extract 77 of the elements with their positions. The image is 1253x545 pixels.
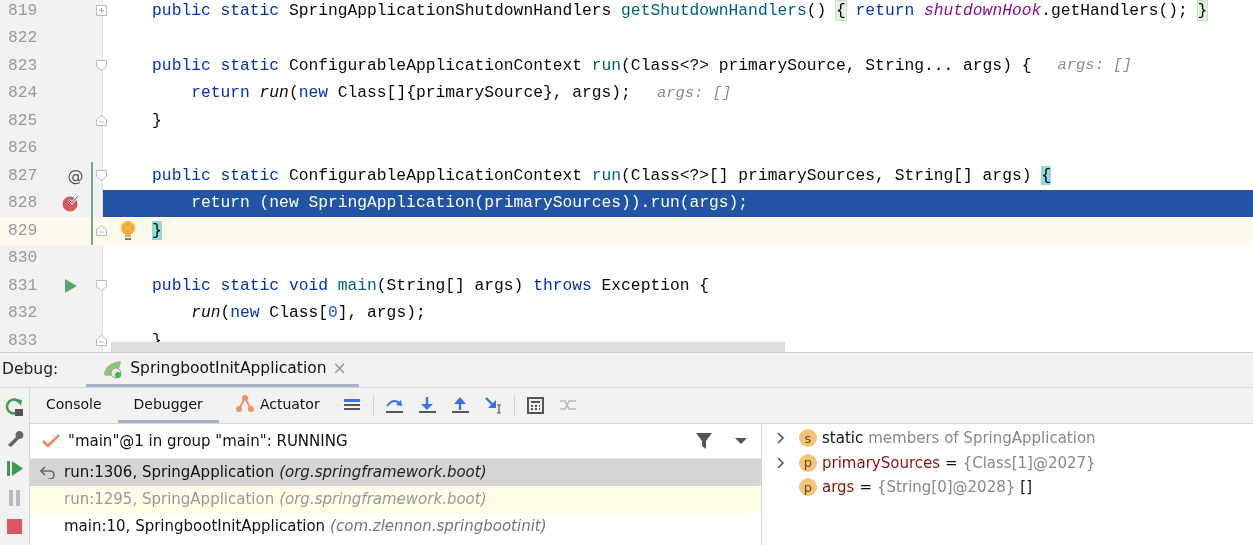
calculator-icon[interactable] <box>525 396 545 415</box>
frame-method: run:1295, SpringApplication <box>64 489 275 511</box>
frame-method: run:1306, SpringApplication <box>64 462 275 484</box>
code-line: } <box>152 109 162 132</box>
stop-icon[interactable] <box>6 518 23 535</box>
debug-tab[interactable]: Actuator <box>218 388 336 423</box>
dropdown-caret-icon[interactable] <box>735 437 747 445</box>
return-arrow-icon <box>40 465 56 479</box>
code-line: public static ConfigurableApplicationContext run(Class<?> primarySource, String... args) { <box>152 54 1032 77</box>
line-number: 829 <box>8 219 38 242</box>
horizontal-scrollbar[interactable] <box>111 342 785 352</box>
line-number: 825 <box>8 109 38 132</box>
variable-value: {String[0]@2028} <box>877 477 1016 498</box>
line-number: 833 <box>8 329 38 352</box>
frame-package: (org.springframework.boot) <box>279 489 487 511</box>
change-marker[interactable] <box>91 217 93 245</box>
line-number: 828 <box>8 192 38 215</box>
leaf-icon <box>102 358 125 379</box>
stack-frame-row[interactable]: run:1306, SpringApplication (org.springframework.boot) <box>30 459 761 486</box>
line-number: 823 <box>8 54 38 77</box>
step-into-icon[interactable] <box>417 396 437 415</box>
change-marker[interactable] <box>91 162 93 190</box>
fold-expand-icon[interactable] <box>96 5 107 16</box>
fold-icon[interactable] <box>96 280 107 291</box>
fold-icon[interactable] <box>96 335 107 346</box>
fold-icon[interactable] <box>96 60 107 71</box>
variable-badge: p <box>799 453 817 472</box>
code-line: public static ConfigurableApplicationContext run(Class<?>[] primarySources, String[] args) { <box>152 164 1051 187</box>
frame-method: main:10, SpringbootInitApplication <box>64 516 326 538</box>
line-number: 830 <box>8 247 38 270</box>
fold-icon[interactable] <box>96 115 107 126</box>
change-marker[interactable] <box>91 189 93 217</box>
run-to-cursor-icon[interactable] <box>483 396 503 415</box>
pause-icon[interactable] <box>6 489 23 507</box>
variable-value: {Class[1]@2027} <box>962 452 1096 474</box>
frame-package: (org.springframework.boot) <box>279 462 487 484</box>
line-number: 824 <box>8 82 38 105</box>
variable-badge: p <box>799 478 817 497</box>
code-line: return run(new Class[]{primarySource}, args); <box>191 82 631 105</box>
breakpoint-icon[interactable] <box>61 194 80 213</box>
checkmark-icon <box>42 434 60 448</box>
run-icon[interactable] <box>64 278 77 293</box>
session-title: SpringbootInitApplication <box>130 357 327 379</box>
line-number: 832 <box>8 302 38 325</box>
panel-label: Debug: <box>1 359 60 381</box>
frame-package: (com.zlennon.springbootinit) <box>330 516 547 538</box>
line-number: 827 <box>8 164 38 187</box>
lightbulb-icon[interactable] <box>120 221 136 241</box>
line-number: 831 <box>8 274 38 297</box>
equals-sign: = <box>945 452 958 474</box>
variable-suffix: [] <box>1020 477 1032 498</box>
inlay-hint: args: [] <box>1057 55 1132 77</box>
variable-name: args <box>822 477 855 498</box>
override-marker[interactable]: @ <box>67 163 84 188</box>
line-number: 826 <box>8 137 38 160</box>
variable-value: members of SpringApplication <box>868 428 1096 449</box>
code-line: run(new Class[0], args); <box>191 302 426 325</box>
fold-icon[interactable] <box>96 170 107 181</box>
debug-tab[interactable]: Console <box>30 388 118 423</box>
inlay-hint: args: [] <box>656 82 732 104</box>
filter-icon[interactable] <box>695 432 713 450</box>
line-number: 819 <box>8 0 38 22</box>
code-line: public static SpringApplicationShutdownHandlers getShutdownHandlers() { return shutdownHook.getHandlers(); } <box>152 0 1208 22</box>
rerun-icon[interactable] <box>4 397 25 417</box>
variable-name: primarySources <box>822 452 941 474</box>
line-number: 822 <box>8 27 38 50</box>
code-line: return (new SpringApplication(primarySources)).run(args); <box>191 192 749 215</box>
variable-badge: s <box>799 429 817 448</box>
session-tab[interactable]: SpringbootInitApplication × <box>86 353 359 387</box>
variable-name: static <box>822 428 864 449</box>
code-line: public static void main(String[] args) throws Exception { <box>152 274 710 297</box>
resume-icon[interactable] <box>5 459 24 478</box>
stack-frame-row[interactable]: main:10, SpringbootInitApplication (com.zlennon.springbootinit) <box>30 513 761 540</box>
fold-icon[interactable] <box>96 225 107 236</box>
thread-status: "main"@1 in group "main": RUNNING <box>68 430 348 452</box>
step-out-icon[interactable] <box>450 396 470 415</box>
equals-sign: = <box>859 477 872 498</box>
